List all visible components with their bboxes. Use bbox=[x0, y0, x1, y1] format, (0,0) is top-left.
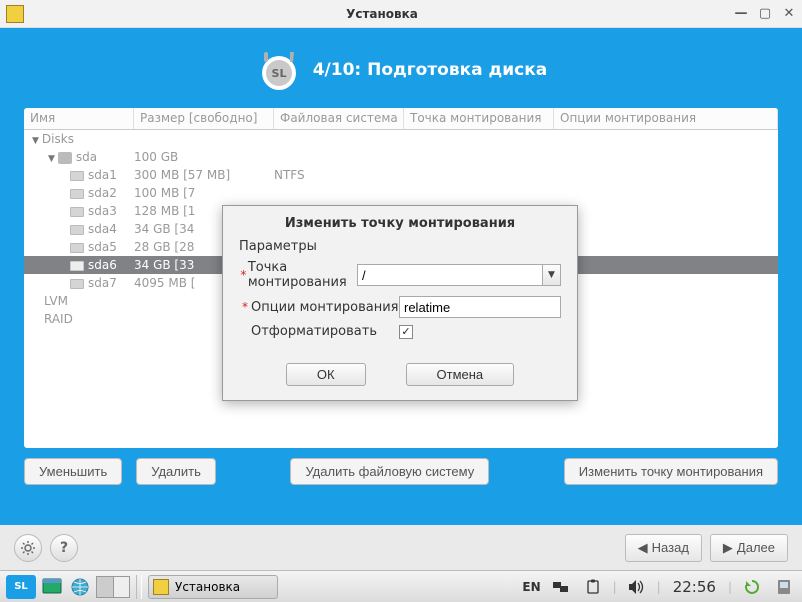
network-icon[interactable] bbox=[549, 575, 573, 599]
dialog-title: Изменить точку монтирования bbox=[223, 206, 577, 239]
system-tray: EN | | 22:56 | bbox=[522, 575, 796, 599]
maximize-button[interactable]: ▢ bbox=[758, 7, 772, 21]
close-button[interactable]: ✕ bbox=[782, 7, 796, 21]
dialog-ok-button[interactable]: ОК bbox=[286, 363, 366, 386]
disk-table-header: Имя Размер [свободно] Файловая система Т… bbox=[24, 108, 778, 130]
clipboard-icon[interactable] bbox=[581, 575, 605, 599]
task-app-icon bbox=[153, 579, 169, 595]
col-mount[interactable]: Точка монтирования bbox=[404, 108, 554, 129]
tree-part-sda1[interactable]: sda1 300 MB [57 MB] NTFS bbox=[24, 166, 778, 184]
bottom-bar: ? ◀Назад ▶Далее bbox=[0, 525, 802, 570]
installer-window: Установка — ▢ ✕ SL 4/10: Подготовка диск… bbox=[0, 0, 802, 570]
workspace-pager[interactable] bbox=[96, 576, 130, 598]
refresh-icon[interactable] bbox=[740, 575, 764, 599]
browser-icon[interactable] bbox=[68, 575, 92, 599]
mount-point-label: Точка монтирования bbox=[248, 260, 357, 290]
app-icon bbox=[6, 5, 24, 23]
tree-disk-sda[interactable]: ▼sda 100 GB bbox=[24, 148, 778, 166]
format-checkbox[interactable]: ✓ bbox=[399, 325, 413, 339]
tree-part-sda2[interactable]: sda2 100 MB [7 bbox=[24, 184, 778, 202]
volume-icon[interactable] bbox=[625, 575, 649, 599]
col-name[interactable]: Имя bbox=[24, 108, 134, 129]
format-label: Отформатировать bbox=[251, 324, 399, 339]
svg-text:SL: SL bbox=[271, 67, 286, 80]
partition-icon bbox=[70, 225, 84, 235]
partition-icon bbox=[70, 279, 84, 289]
tree-root-disks[interactable]: ▼Disks bbox=[24, 130, 778, 148]
titlebar: Установка — ▢ ✕ bbox=[0, 0, 802, 28]
minimize-button[interactable]: — bbox=[734, 7, 748, 21]
shrink-button[interactable]: Уменьшить bbox=[24, 458, 122, 485]
partition-icon bbox=[70, 189, 84, 199]
mount-point-dialog: Изменить точку монтирования Параметры * … bbox=[222, 205, 578, 401]
window-title: Установка bbox=[30, 7, 734, 21]
step-title: 4/10: Подготовка диска bbox=[313, 60, 548, 80]
back-button[interactable]: ◀Назад bbox=[625, 534, 702, 562]
mount-opts-row: * Опции монтирования bbox=[239, 296, 561, 318]
task-title: Установка bbox=[175, 580, 240, 594]
delete-button[interactable]: Удалить bbox=[136, 458, 216, 485]
clock[interactable]: 22:56 bbox=[669, 578, 720, 596]
start-menu-button[interactable]: SL bbox=[6, 575, 36, 599]
col-fs[interactable]: Файловая система bbox=[274, 108, 404, 129]
session-icon[interactable] bbox=[772, 575, 796, 599]
dialog-cancel-button[interactable]: Отмена bbox=[406, 363, 515, 386]
col-opts[interactable]: Опции монтирования bbox=[554, 108, 778, 129]
disk-icon bbox=[58, 152, 72, 164]
keyboard-layout-indicator[interactable]: EN bbox=[522, 580, 540, 594]
taskbar-task-installer[interactable]: Установка bbox=[148, 575, 278, 599]
step-badge-icon: SL bbox=[255, 46, 303, 94]
step-header: SL 4/10: Подготовка диска bbox=[24, 38, 778, 108]
mount-opts-label: Опции монтирования bbox=[251, 300, 399, 315]
partition-icon bbox=[70, 243, 84, 253]
dialog-params-label: Параметры bbox=[239, 239, 561, 260]
partition-icon bbox=[70, 207, 84, 217]
brightness-button[interactable] bbox=[14, 534, 42, 562]
col-size[interactable]: Размер [свободно] bbox=[134, 108, 274, 129]
partition-icon bbox=[70, 171, 84, 181]
chevron-right-icon: ▶ bbox=[723, 540, 733, 556]
chevron-down-icon[interactable]: ▼ bbox=[543, 264, 561, 286]
mount-point-row: * Точка монтирования ▼ bbox=[239, 260, 561, 290]
next-button[interactable]: ▶Далее bbox=[710, 534, 788, 562]
delete-fs-button[interactable]: Удалить файловую систему bbox=[290, 458, 489, 485]
help-button[interactable]: ? bbox=[50, 534, 78, 562]
required-marker: * bbox=[239, 300, 251, 314]
action-buttons: Уменьшить Удалить Удалить файловую систе… bbox=[24, 458, 778, 485]
mount-point-input[interactable] bbox=[357, 264, 543, 286]
show-desktop-icon[interactable] bbox=[40, 575, 64, 599]
mount-opts-input[interactable] bbox=[399, 296, 561, 318]
change-mount-button[interactable]: Изменить точку монтирования bbox=[564, 458, 778, 485]
partition-icon bbox=[70, 261, 84, 271]
mount-point-combo[interactable]: ▼ bbox=[357, 264, 561, 286]
required-marker: * bbox=[239, 268, 248, 282]
taskbar: SL Установка EN | | 22:56 | bbox=[0, 570, 802, 602]
taskbar-separator bbox=[136, 575, 142, 599]
chevron-left-icon: ◀ bbox=[638, 540, 648, 556]
format-row: Отформатировать ✓ bbox=[239, 324, 561, 339]
